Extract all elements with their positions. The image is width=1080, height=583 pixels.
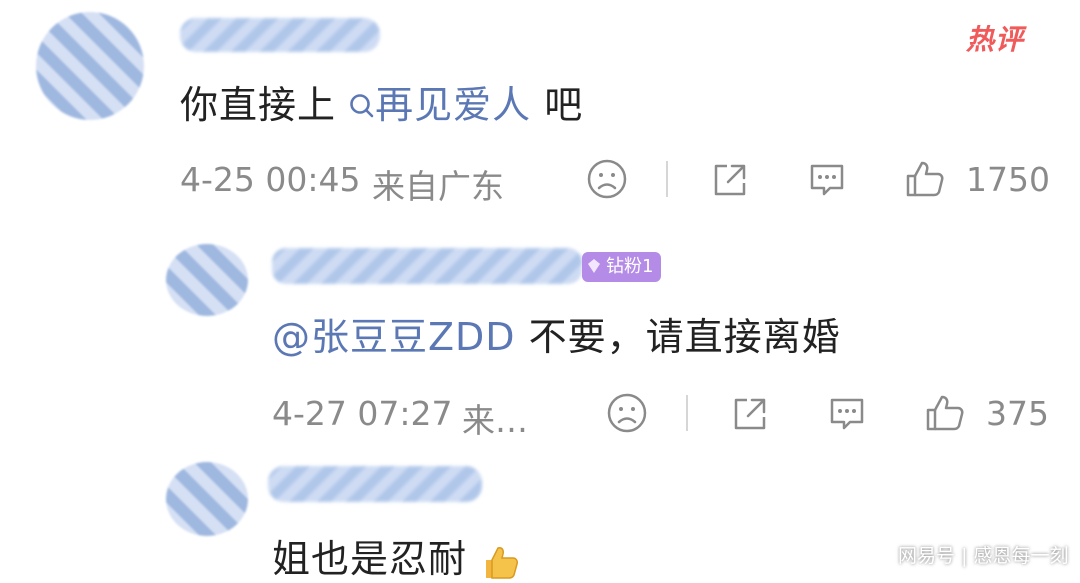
- hot-comment-badge: 热评: [966, 23, 1025, 56]
- reply-text: 不要，请直接离婚: [528, 315, 841, 359]
- reply-body: 姐也是忍耐: [272, 528, 520, 583]
- comment-body: 你直接上 再见爱人 吧: [180, 74, 583, 129]
- search-icon: [350, 94, 374, 118]
- username-redacted[interactable]: [272, 248, 582, 284]
- diamond-icon: [588, 259, 600, 273]
- topic-link-text[interactable]: 再见爱人: [375, 83, 531, 127]
- topic-link[interactable]: 再见爱人: [349, 83, 544, 127]
- thumbs-up-icon[interactable]: [924, 392, 966, 434]
- reply-text: 姐也是忍耐: [272, 537, 468, 581]
- reply-location: 来…: [462, 401, 528, 440]
- fan-badge-label: 钻粉1: [606, 256, 654, 277]
- comment-text-prefix: 你直接上: [180, 83, 337, 127]
- reply-date: 4-27 07:27: [272, 394, 453, 433]
- thumbs-up-icon[interactable]: [904, 158, 946, 200]
- avatar[interactable]: [36, 12, 144, 120]
- share-icon[interactable]: [730, 394, 770, 434]
- avatar[interactable]: [166, 462, 248, 536]
- watermark: 网易号 | 感恩每一刻: [898, 541, 1069, 568]
- like-count: 1750: [966, 160, 1050, 199]
- comment-text-suffix: 吧: [544, 83, 584, 127]
- watermark-separator: |: [961, 545, 968, 567]
- comment-icon[interactable]: [826, 392, 868, 434]
- action-divider: [666, 161, 668, 197]
- username-redacted[interactable]: [268, 466, 482, 502]
- comment-location: 来自广东: [372, 167, 504, 206]
- username-redacted[interactable]: [180, 18, 380, 52]
- user-mention[interactable]: @张豆豆ZDD: [272, 315, 516, 359]
- action-divider: [686, 395, 688, 431]
- comment-icon[interactable]: [806, 158, 848, 200]
- comment-date: 4-25 00:45: [180, 160, 361, 199]
- fan-level-badge: 钻粉1: [582, 252, 662, 282]
- reply-body: @张豆豆ZDD 不要，请直接离婚: [272, 306, 841, 361]
- avatar[interactable]: [166, 244, 248, 316]
- dislike-icon[interactable]: [586, 158, 628, 200]
- share-icon[interactable]: [710, 160, 750, 200]
- watermark-source: 网易号: [898, 545, 956, 567]
- dislike-icon[interactable]: [606, 392, 648, 434]
- watermark-author: 感恩每一刻: [973, 545, 1069, 567]
- thumbs-up-emoji-icon: [486, 546, 519, 579]
- like-count: 375: [986, 394, 1049, 433]
